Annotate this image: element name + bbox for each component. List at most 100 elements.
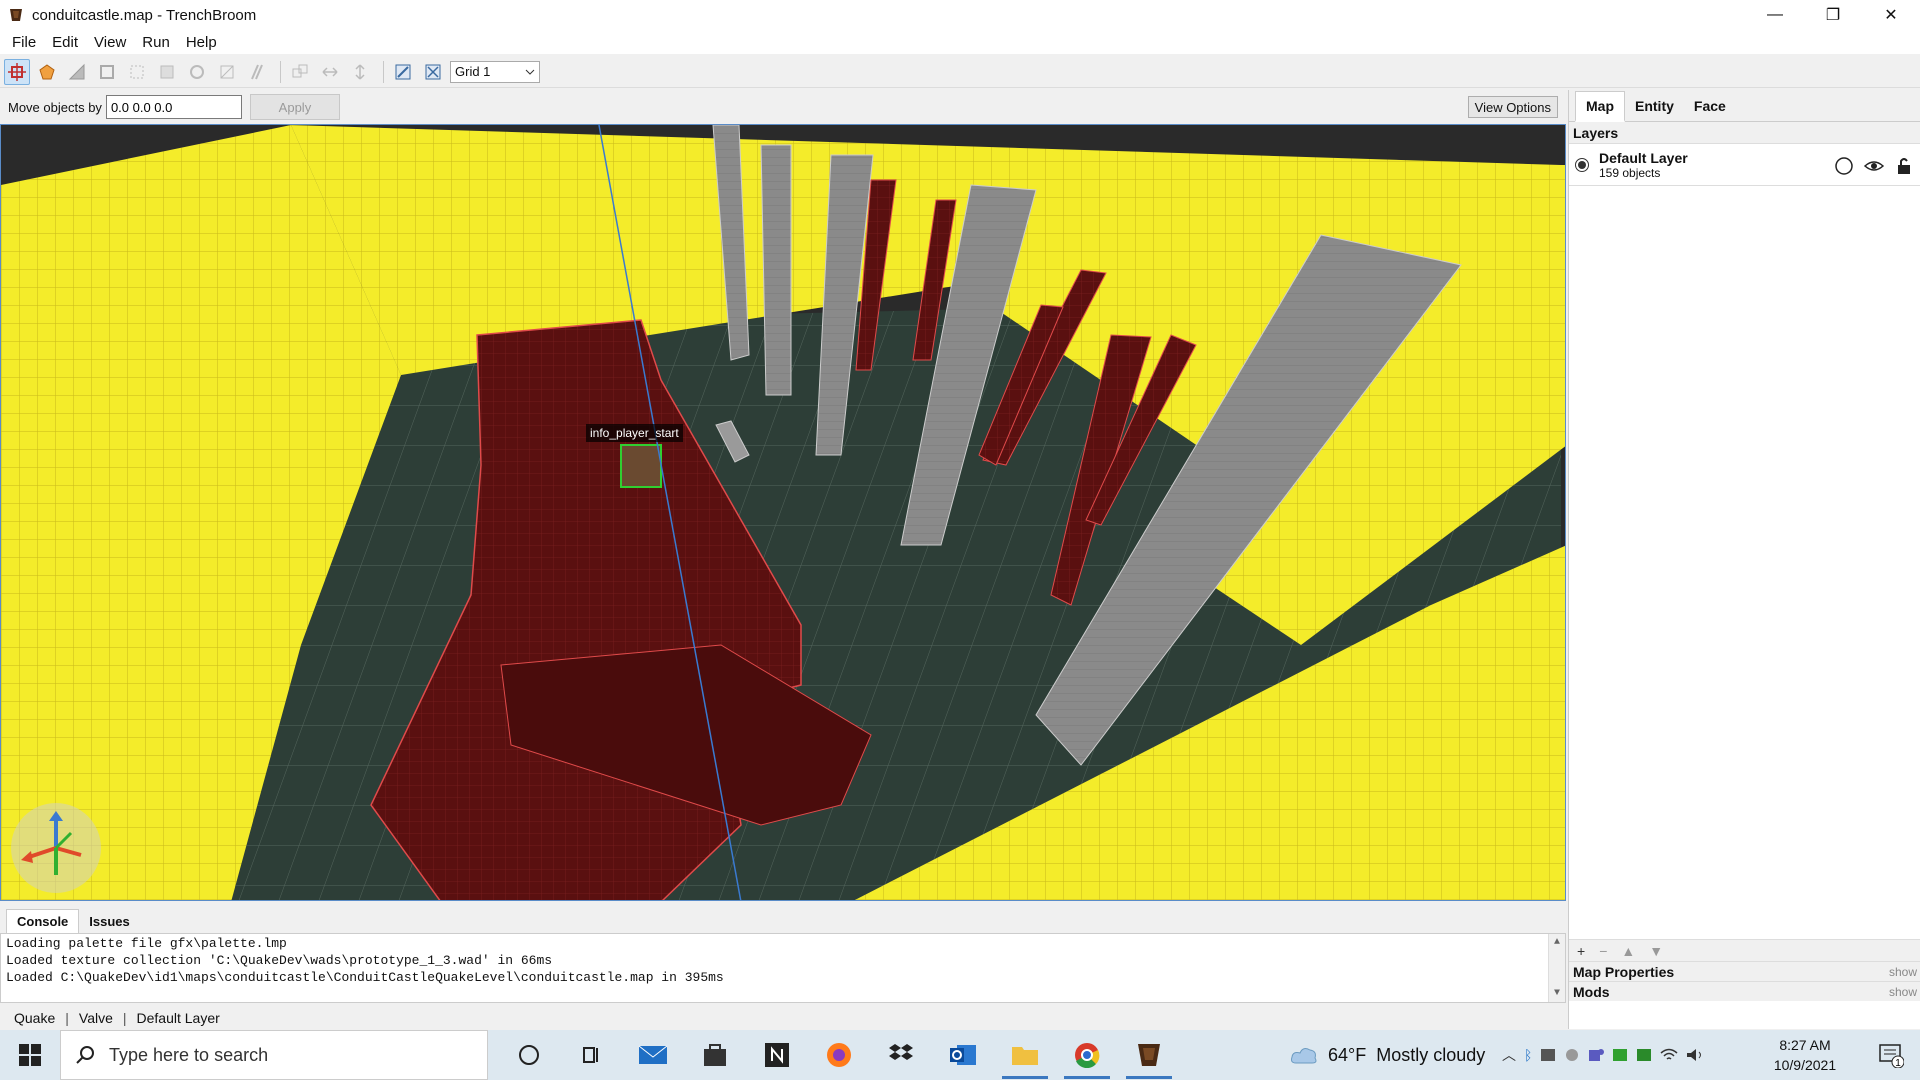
task-view-button[interactable] (560, 1030, 622, 1080)
notion-app[interactable] (746, 1030, 808, 1080)
bluetooth-icon[interactable]: ᛒ (1524, 1047, 1532, 1063)
toolbar-separator (280, 60, 281, 83)
rotate-tool-icon (130, 65, 144, 78)
apply-button[interactable]: Apply (249, 94, 340, 120)
eye-icon[interactable] (1864, 156, 1884, 176)
weather-widget[interactable]: 64°F Mostly cloudy (1290, 1030, 1485, 1080)
chrome-app[interactable] (1056, 1030, 1118, 1080)
firefox-app[interactable] (808, 1030, 870, 1080)
tab-face[interactable]: Face (1684, 92, 1736, 120)
taskbar-search[interactable]: Type here to search (60, 1030, 488, 1080)
move-objects-input[interactable] (105, 95, 242, 119)
toolbar-separator (383, 60, 384, 83)
teams-icon[interactable] (1588, 1047, 1605, 1063)
mods-section[interactable]: Mods show (1569, 981, 1920, 1001)
map-properties-title: Map Properties (1573, 963, 1675, 980)
rotate-tool-button[interactable] (124, 59, 150, 85)
dropbox-icon (889, 1044, 913, 1060)
restore-button[interactable]: ❐ (1804, 0, 1862, 30)
layer-row[interactable]: Default Layer 159 objects (1569, 144, 1920, 186)
uv-lock-button[interactable] (420, 59, 446, 85)
menu-file[interactable]: File (4, 34, 44, 51)
edge-tool-button[interactable] (64, 59, 90, 85)
status-layer: Default Layer (136, 1010, 220, 1026)
tray-app-icon[interactable] (1564, 1048, 1580, 1062)
tab-map[interactable]: Map (1575, 90, 1625, 122)
face-tool-icon (100, 64, 114, 79)
wifi-icon[interactable] (1660, 1048, 1678, 1062)
clock[interactable]: 8:27 AM 10/9/2021 (1760, 1035, 1850, 1075)
dropbox-app[interactable] (870, 1030, 932, 1080)
menu-run[interactable]: Run (134, 34, 178, 51)
minimize-button[interactable]: — (1746, 0, 1804, 30)
add-layer-icon[interactable]: + (1577, 943, 1585, 959)
current-layer-radio[interactable] (1575, 157, 1589, 172)
flip-horizontal-icon (322, 66, 338, 77)
csg-tool-button[interactable] (244, 59, 270, 85)
lock-icon[interactable] (1894, 156, 1914, 176)
trenchbroom-app-icon (10, 9, 22, 21)
layer-actions (1834, 156, 1914, 176)
notification-count: 1 (1895, 1058, 1901, 1068)
scale-tool-button[interactable] (154, 59, 180, 85)
scroll-down-icon[interactable]: ▼ (1554, 985, 1560, 1002)
menu-view[interactable]: View (86, 34, 134, 51)
clip-tool-button[interactable] (214, 59, 240, 85)
menu-edit[interactable]: Edit (44, 34, 86, 51)
chevron-up-icon[interactable]: ︿ (1502, 1045, 1516, 1065)
window-title: conduitcastle.map - TrenchBroom (32, 6, 257, 24)
grey-pillar (760, 144, 792, 396)
entity-label: info_player_start (586, 424, 683, 442)
file-explorer-app[interactable] (994, 1030, 1056, 1080)
notion-icon (765, 1043, 789, 1067)
shear-tool-button[interactable] (184, 59, 210, 85)
mods-show-link[interactable]: show (1889, 985, 1917, 999)
csg-tool-icon (251, 64, 263, 79)
cortana-button[interactable] (498, 1030, 560, 1080)
flip-horizontal-button[interactable] (317, 59, 343, 85)
console-scrollbar[interactable]: ▲ ▼ (1548, 934, 1565, 1002)
flip-vertical-icon (355, 63, 365, 80)
vertex-tool-button[interactable] (34, 59, 60, 85)
menu-help[interactable]: Help (178, 34, 225, 51)
grid-size-select[interactable]: Grid 1 (450, 60, 540, 83)
store-app[interactable] (684, 1030, 746, 1080)
map-properties-show-link[interactable]: show (1889, 965, 1917, 979)
move-layer-up-icon[interactable]: ▲ (1621, 943, 1635, 959)
search-icon (76, 1046, 94, 1064)
map-properties-section[interactable]: Map Properties show (1569, 961, 1920, 981)
status-separator: | (122, 1010, 127, 1026)
bottom-tabs: Console Issues (0, 905, 1566, 933)
flip-vertical-button[interactable] (347, 59, 373, 85)
texture-lock-button[interactable] (390, 59, 416, 85)
view-options-button[interactable]: View Options (1467, 96, 1558, 118)
mail-app[interactable] (622, 1030, 684, 1080)
duplicate-button[interactable] (287, 59, 313, 85)
move-tool-button[interactable] (4, 58, 30, 85)
face-tool-button[interactable] (94, 59, 120, 85)
inspector-panel: Map Entity Face Layers Default Layer 159… (1568, 90, 1920, 1029)
move-layer-down-icon[interactable]: ▼ (1649, 943, 1663, 959)
tray-app-icon[interactable] (1636, 1048, 1652, 1062)
nvidia-icon[interactable] (1612, 1048, 1628, 1062)
console-line: Loaded C:\QuakeDev\id1\maps\conduitcastl… (6, 970, 724, 985)
taskbar-apps (498, 1030, 1180, 1080)
tab-issues[interactable]: Issues (79, 910, 139, 933)
clock-time: 8:27 AM (1779, 1037, 1831, 1053)
speaker-icon[interactable] (1686, 1048, 1704, 1062)
scroll-up-icon[interactable]: ▲ (1554, 934, 1560, 951)
window-controls: — ❐ ✕ (1746, 0, 1920, 30)
outlook-app[interactable] (932, 1030, 994, 1080)
close-button[interactable]: ✕ (1862, 0, 1920, 30)
tab-entity[interactable]: Entity (1625, 92, 1684, 120)
remove-layer-icon[interactable]: − (1599, 943, 1607, 959)
info-player-start-entity[interactable] (620, 444, 662, 488)
trenchbroom-app[interactable] (1118, 1030, 1180, 1080)
tab-console[interactable]: Console (6, 909, 80, 933)
status-bar: Quake | Valve | Default Layer (0, 1007, 1566, 1029)
tray-app-icon[interactable] (1540, 1048, 1556, 1062)
notification-center-icon[interactable]: 1 (1878, 1042, 1904, 1068)
omit-from-export-icon[interactable] (1834, 156, 1854, 176)
3d-viewport[interactable]: info_player_start (0, 124, 1566, 901)
start-button[interactable] (0, 1030, 60, 1080)
